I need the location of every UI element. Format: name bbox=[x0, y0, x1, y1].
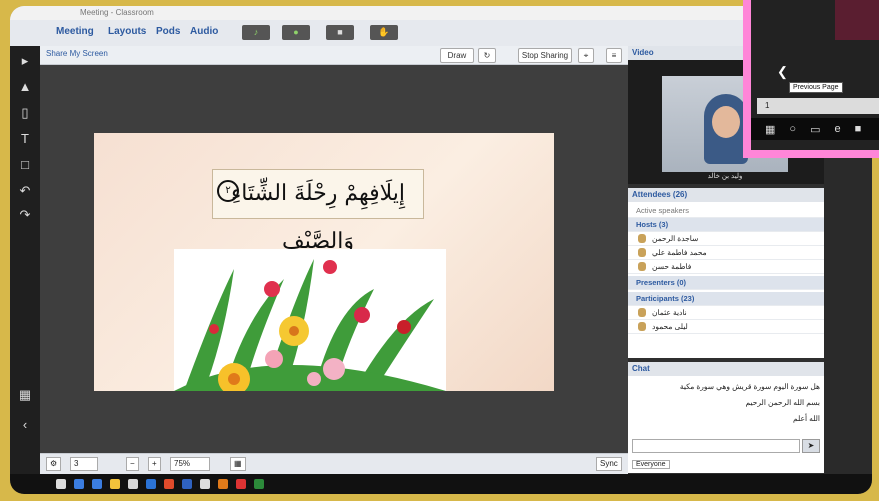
presenters-group[interactable]: Presenters (0) bbox=[628, 276, 824, 290]
user-icon bbox=[638, 234, 646, 243]
participants-group[interactable]: Participants (23) bbox=[628, 292, 824, 306]
task-view-icon[interactable]: ▭ bbox=[810, 123, 820, 136]
undo-icon[interactable]: ↶ bbox=[16, 182, 34, 200]
list-item[interactable]: محمد فاطمة علي bbox=[628, 246, 824, 260]
flowers-illustration bbox=[174, 249, 446, 395]
refresh-icon[interactable]: ↻ bbox=[478, 48, 496, 63]
folder-icon[interactable] bbox=[110, 479, 120, 489]
list-item[interactable]: ليلى محمود bbox=[628, 320, 824, 334]
attendee-name: نادية عثمان bbox=[652, 308, 687, 317]
active-speakers[interactable]: Active speakers bbox=[628, 204, 824, 218]
chat-pod: هل سورة اليوم سورة قريش وهي سورة مكية بس… bbox=[628, 376, 824, 473]
stop-sharing-button[interactable]: Stop Sharing bbox=[518, 48, 572, 63]
menu-audio[interactable]: Audio bbox=[190, 26, 218, 37]
camera-icon[interactable]: ■ bbox=[326, 25, 354, 40]
list-item[interactable]: ساجدة الرحمن bbox=[628, 232, 824, 246]
quran-verse: ٢ إِيلَافِهِمْ رِحْلَةَ الشِّتَاءِ وَالص… bbox=[212, 169, 424, 254]
send-icon[interactable]: ➤ bbox=[802, 439, 820, 453]
text-icon[interactable]: T bbox=[16, 130, 34, 148]
drawing-toolbar: ▸ ▲ ▯ T □ ↶ ↷ ▦ ‹ bbox=[10, 46, 40, 474]
app-icon[interactable] bbox=[128, 479, 138, 489]
share-stage: ٢ إِيلَافِهِمْ رِحْلَةَ الشِّتَاءِ وَالص… bbox=[40, 65, 628, 453]
share-title: Share My Screen bbox=[46, 49, 108, 58]
share-pod-header: Share My Screen Draw ↻ Stop Sharing ⌖ ≡ bbox=[40, 46, 628, 65]
start-icon[interactable] bbox=[56, 479, 66, 489]
draw-button[interactable]: Draw bbox=[440, 48, 474, 63]
participant-face bbox=[712, 106, 740, 138]
menu-pods[interactable]: Pods bbox=[156, 26, 180, 37]
user-icon bbox=[638, 322, 646, 331]
page-number[interactable]: 1 bbox=[765, 101, 769, 110]
select-icon[interactable]: ▸ bbox=[16, 52, 34, 70]
app-icon[interactable] bbox=[254, 479, 264, 489]
share-footer: ⚙ 3 − + 75% ▦ Sync bbox=[40, 453, 628, 474]
fullscreen-icon[interactable]: ⌖ bbox=[578, 48, 594, 63]
verse-text: إِيلَافِهِمْ رِحْلَةَ الشِّتَاءِ وَالصَّ… bbox=[230, 181, 406, 254]
menu-meeting[interactable]: Meeting bbox=[56, 26, 94, 37]
previous-page-icon[interactable]: ❮ bbox=[777, 64, 788, 80]
collapse-icon[interactable]: ‹ bbox=[16, 416, 34, 434]
overlay-page-control: 1 bbox=[757, 98, 879, 114]
attendee-name: محمد فاطمة علي bbox=[652, 248, 707, 257]
gear-icon[interactable]: ⚙ bbox=[46, 457, 62, 471]
sync-button[interactable]: Sync bbox=[596, 457, 622, 471]
chat-message: هل سورة اليوم سورة قريش وهي سورة مكية bbox=[679, 382, 820, 391]
chat-message: بسم الله الرحمن الرحيم bbox=[745, 398, 820, 407]
user-icon bbox=[638, 248, 646, 257]
chat-input[interactable] bbox=[632, 439, 800, 453]
zoom-select[interactable]: 75% bbox=[170, 457, 210, 471]
user-icon bbox=[638, 308, 646, 317]
app-icon[interactable] bbox=[146, 479, 156, 489]
shape-icon[interactable]: □ bbox=[16, 156, 34, 174]
chat-header: Chat bbox=[628, 362, 824, 377]
app-icon[interactable] bbox=[92, 479, 102, 489]
app-icon[interactable] bbox=[200, 479, 210, 489]
hand-icon[interactable]: ✋ bbox=[370, 25, 398, 40]
attendees-list: Active speakers Hosts (3) ساجدة الرحمن م… bbox=[628, 202, 824, 358]
app-icon[interactable] bbox=[74, 479, 84, 489]
eraser-icon[interactable]: ▯ bbox=[16, 104, 34, 122]
user-icon bbox=[638, 262, 646, 271]
speaker-icon[interactable]: ♪ bbox=[242, 25, 270, 40]
app-icon[interactable] bbox=[182, 479, 192, 489]
presentation-slide: ٢ إِيلَافِهِمْ رِحْلَةَ الشِّتَاءِ وَالص… bbox=[94, 133, 554, 395]
windows-icon[interactable]: ▦ bbox=[765, 123, 775, 136]
page-input[interactable]: 3 bbox=[70, 457, 98, 471]
verse-number: ٢ bbox=[217, 180, 239, 202]
app-icon[interactable] bbox=[164, 479, 174, 489]
mic-icon[interactable]: ● bbox=[282, 25, 310, 40]
overlay-thumbnail bbox=[835, 0, 879, 40]
list-item[interactable]: فاطمة حسن bbox=[628, 260, 824, 274]
fit-icon[interactable]: ▦ bbox=[230, 457, 246, 471]
webcam-caption: وليد بن خالد bbox=[707, 173, 743, 180]
browser-icon[interactable]: e bbox=[834, 123, 840, 135]
chat-recipient-tab[interactable]: Everyone bbox=[632, 460, 670, 469]
zoom-in-icon[interactable]: + bbox=[148, 457, 161, 471]
attendees-header: Attendees (26) bbox=[628, 188, 824, 203]
search-icon[interactable]: ○ bbox=[789, 123, 796, 135]
app-icon[interactable] bbox=[218, 479, 228, 489]
attendee-name: ساجدة الرحمن bbox=[652, 234, 699, 243]
chat-message: الله أعلم bbox=[793, 414, 820, 423]
overlay-taskbar: ▦ ○ ▭ e ■ bbox=[751, 118, 879, 140]
overlay-screen: ❮ Previous Page 1 ▦ ○ ▭ e ■ bbox=[751, 0, 879, 150]
list-item[interactable]: نادية عثمان bbox=[628, 306, 824, 320]
previous-page-tooltip: Previous Page bbox=[789, 82, 843, 93]
menu-layouts[interactable]: Layouts bbox=[108, 26, 146, 37]
redo-icon[interactable]: ↷ bbox=[16, 206, 34, 224]
windows-taskbar bbox=[10, 474, 872, 494]
store-icon[interactable]: ■ bbox=[855, 123, 862, 135]
app-icon[interactable] bbox=[236, 479, 246, 489]
grid-icon[interactable]: ▦ bbox=[16, 386, 34, 404]
zoom-out-icon[interactable]: − bbox=[126, 457, 139, 471]
presenter-overlay: ❮ Previous Page 1 ▦ ○ ▭ e ■ bbox=[743, 0, 879, 158]
pen-icon[interactable]: ▲ bbox=[16, 78, 34, 96]
pod-menu-icon[interactable]: ≡ bbox=[606, 48, 622, 63]
attendee-name: ليلى محمود bbox=[652, 322, 688, 331]
hosts-group[interactable]: Hosts (3) bbox=[628, 218, 824, 232]
attendee-name: فاطمة حسن bbox=[652, 262, 692, 271]
